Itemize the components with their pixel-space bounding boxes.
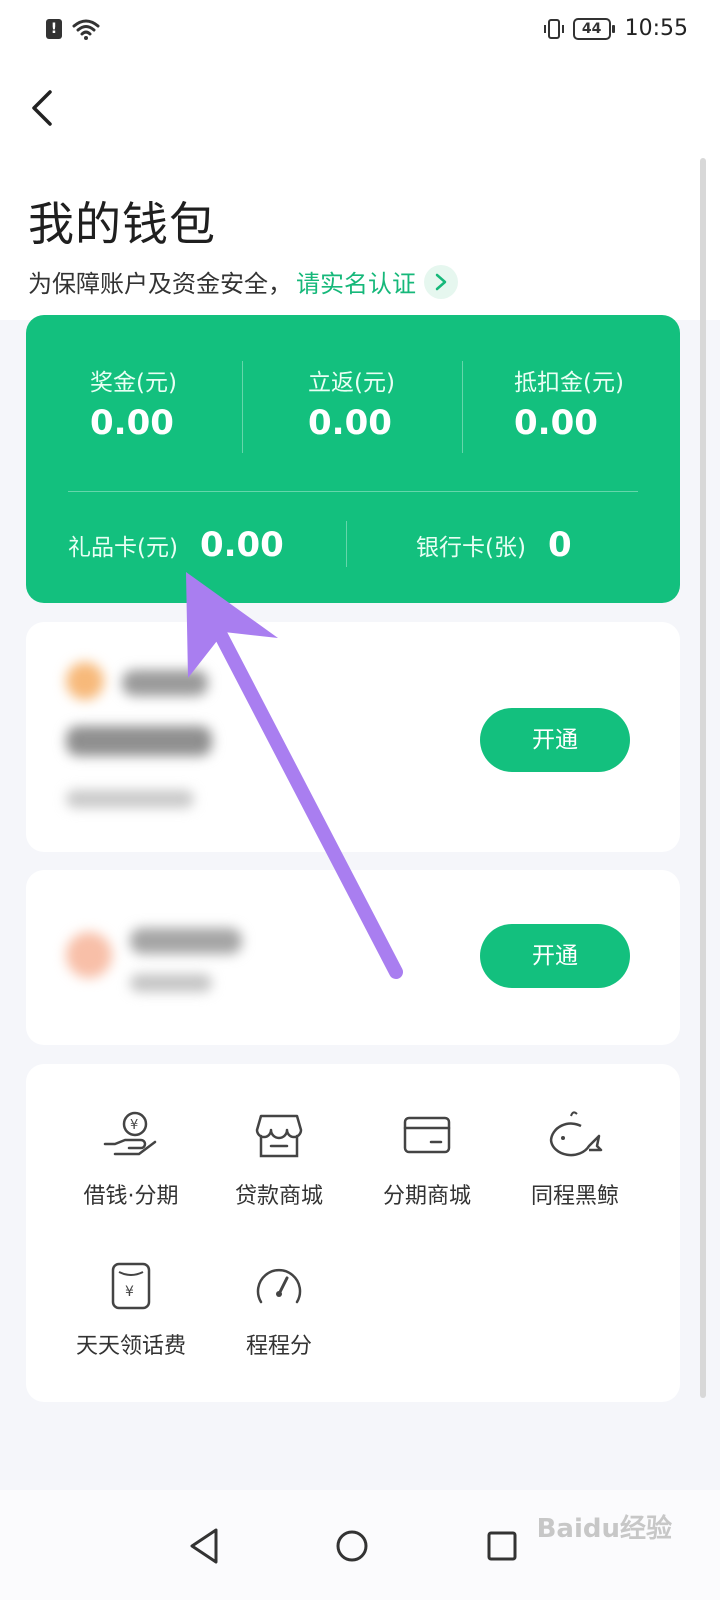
status-right: 44 10:55 — [543, 16, 688, 41]
security-notice: 为保障账户及资金安全， 请实名认证 — [28, 264, 458, 299]
gift-card-label: 礼品卡(元) — [68, 535, 178, 561]
grid-label: 借钱·分期 — [83, 1184, 179, 1209]
divider — [462, 361, 463, 453]
borrow-money-icon: ¥ — [103, 1111, 157, 1156]
grid-item-installment-mall[interactable]: 分期商城 — [352, 1108, 502, 1210]
divider — [242, 361, 243, 453]
service-desc-placeholder — [66, 790, 194, 808]
grid-item-score[interactable]: 程程分 — [204, 1258, 354, 1360]
bank-card-value: 0 — [547, 525, 572, 565]
service-card: 开通 — [26, 622, 680, 852]
grid-item-phone-bill[interactable]: ¥ 天天领话费 — [56, 1258, 206, 1360]
verify-arrow-button[interactable] — [424, 264, 458, 299]
cashback-stat[interactable]: 立返(元) 0.00 — [308, 363, 526, 443]
verify-identity-link[interactable]: 请实名认证 — [296, 264, 416, 299]
service-amount-placeholder — [66, 726, 212, 756]
cashback-label: 立返(元) — [308, 370, 395, 396]
service-name-placeholder — [122, 670, 208, 696]
bonus-stat[interactable]: 奖金(元) 0.00 — [90, 363, 308, 443]
status-left: ! — [46, 18, 100, 40]
phone-bill-icon: ¥ — [111, 1262, 151, 1310]
installment-mall-icon — [403, 1116, 451, 1154]
grid-label: 程程分 — [245, 1334, 312, 1359]
clock: 10:55 — [624, 16, 688, 41]
bonus-value: 0.00 — [90, 403, 174, 443]
wallet-summary-card: 奖金(元) 0.00 立返(元) 0.00 抵扣金(元) 0.00 礼品卡(元)… — [26, 315, 680, 603]
scrollbar[interactable] — [700, 158, 706, 1398]
grid-label: 同程黑鲸 — [530, 1184, 619, 1209]
divider — [68, 491, 638, 492]
open-service-button[interactable]: 开通 — [480, 708, 630, 772]
nav-recents-icon[interactable] — [472, 1516, 532, 1576]
bank-card-stat[interactable]: 银行卡(张) 0 — [416, 525, 572, 565]
grid-item-borrow[interactable]: ¥ 借钱·分期 — [56, 1108, 206, 1210]
score-gauge-icon — [256, 1268, 302, 1304]
wifi-icon — [72, 19, 100, 40]
battery-icon: 44 — [572, 17, 615, 40]
chevron-right-icon — [435, 273, 447, 290]
service-logo-icon — [66, 662, 104, 700]
gift-card-stat[interactable]: 礼品卡(元) 0.00 — [68, 525, 284, 565]
grid-label: 分期商城 — [382, 1184, 471, 1209]
service-logo-icon — [66, 932, 112, 978]
bonus-label: 奖金(元) — [90, 370, 177, 396]
svg-text:¥: ¥ — [125, 1284, 134, 1300]
loan-mall-icon — [255, 1114, 303, 1158]
grid-item-whale[interactable]: 同程黑鲸 — [500, 1108, 650, 1210]
nav-back-icon[interactable] — [176, 1516, 236, 1576]
feature-grid: ¥ 借钱·分期 贷款商城 分期商城 同程黑鲸 ¥ 天天领话费 程程分 — [26, 1064, 680, 1402]
service-desc-placeholder — [130, 974, 212, 992]
svg-text:¥: ¥ — [130, 1118, 138, 1133]
vibrate-icon — [543, 18, 564, 39]
whale-icon — [549, 1111, 603, 1157]
grid-label: 天天领话费 — [75, 1334, 186, 1359]
system-nav-bar — [0, 1490, 720, 1600]
grid-item-loan-mall[interactable]: 贷款商城 — [204, 1108, 354, 1210]
cashback-value: 0.00 — [308, 403, 392, 443]
watermark-logo: Baidu经验 — [536, 1514, 672, 1544]
chevron-left-icon — [32, 90, 52, 126]
deduction-value: 0.00 — [514, 403, 598, 443]
service-name-placeholder — [130, 928, 242, 954]
grid-label: 贷款商城 — [234, 1184, 323, 1209]
deduction-label: 抵扣金(元) — [514, 370, 624, 396]
alert-notification-icon: ! — [46, 19, 62, 39]
page-title: 我的钱包 — [28, 197, 216, 251]
divider — [346, 521, 347, 567]
deduction-stat[interactable]: 抵扣金(元) 0.00 — [514, 363, 720, 443]
open-service-button[interactable]: 开通 — [480, 924, 630, 988]
back-button[interactable] — [24, 86, 64, 130]
status-bar: ! 44 10:55 — [0, 0, 720, 60]
gift-card-value: 0.00 — [199, 525, 284, 565]
service-card: 开通 — [26, 870, 680, 1045]
security-text: 为保障账户及资金安全， — [28, 270, 292, 298]
nav-home-icon[interactable] — [322, 1516, 382, 1576]
bank-card-label: 银行卡(张) — [416, 535, 526, 561]
